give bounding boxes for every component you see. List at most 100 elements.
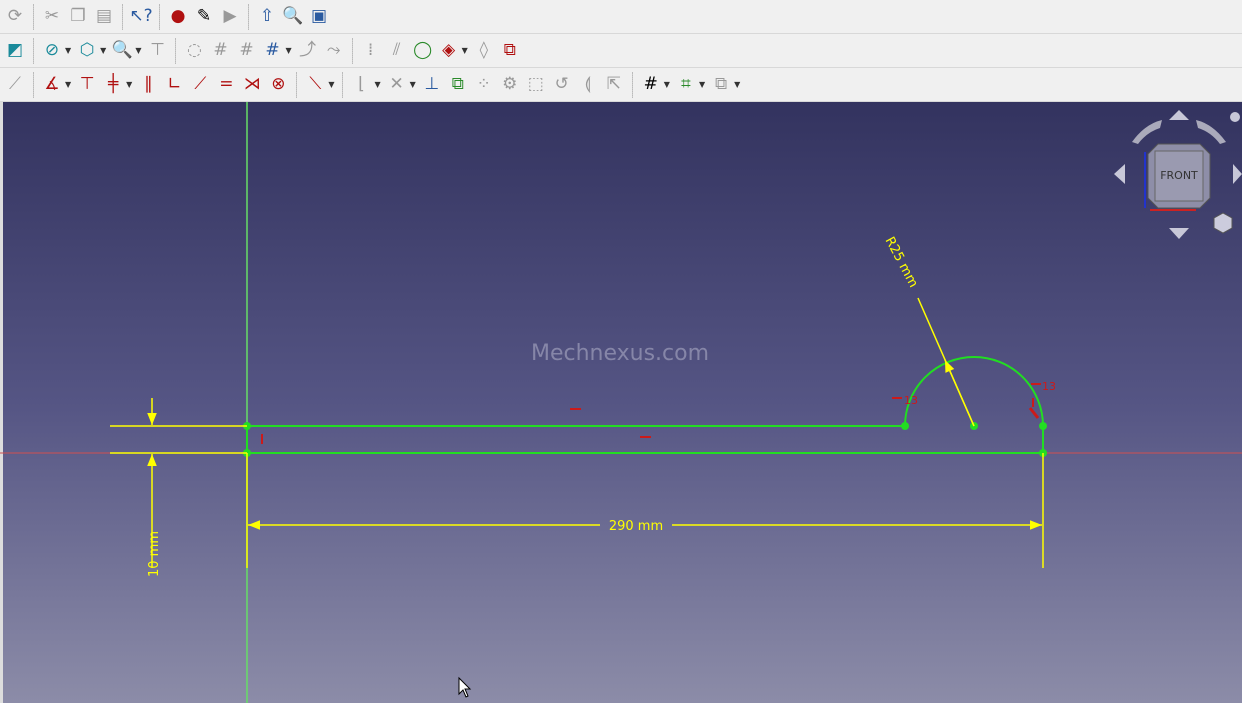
mouse-cursor — [458, 676, 472, 698]
sketch-icon[interactable]: ◩ — [4, 40, 26, 62]
trim-icon[interactable]: ✕ — [386, 74, 408, 96]
perpendicular-icon[interactable]: ∟ — [163, 74, 185, 96]
dimensions[interactable] — [110, 297, 1044, 568]
bspline-degree-icon[interactable]: ◈ — [438, 40, 460, 62]
bspline-knot-icon[interactable]: ◊ — [473, 40, 495, 62]
scale-icon[interactable]: ⬚ — [525, 74, 547, 96]
render-order-icon[interactable]: ⧉ — [710, 74, 732, 96]
horizontal-distance-icon[interactable]: ╪ — [102, 74, 124, 96]
select-points-icon[interactable]: ⁘ — [473, 74, 495, 96]
dropdown-arrow-icon[interactable]: ▼ — [462, 46, 468, 55]
carbon-copy-icon[interactable]: ⧉ — [447, 74, 469, 96]
parallel-icon[interactable]: ∥ — [137, 74, 159, 96]
std-view-icon[interactable]: ⬡ — [76, 40, 98, 62]
toolbar-separator — [342, 71, 344, 98]
constrain-lock-icon[interactable]: ∡ — [41, 74, 63, 96]
cut-icon[interactable]: ✂ — [41, 6, 63, 28]
dropdown-arrow-icon[interactable]: ▼ — [126, 80, 132, 89]
draw-style-icon[interactable]: ⊘ — [41, 40, 63, 62]
leave-sketch-icon[interactable]: ⇧ — [256, 6, 278, 28]
symmetry-icon[interactable]: ⫽ — [386, 40, 408, 62]
symmetric-icon[interactable]: ⋊ — [241, 74, 263, 96]
dropdown-arrow-icon[interactable]: ▼ — [699, 80, 705, 89]
dropdown-arrow-icon[interactable]: ▼ — [65, 46, 71, 55]
refresh-icon[interactable]: ⟳ — [4, 6, 26, 28]
nav-right-arrow[interactable] — [1233, 164, 1242, 184]
toolbar-separator — [248, 3, 249, 30]
rotate-right-arrow[interactable] — [1196, 120, 1226, 144]
vertical-distance-icon[interactable]: ⊤ — [76, 74, 98, 96]
dropdown-arrow-icon[interactable]: ▼ — [328, 80, 334, 89]
nav-up-arrow[interactable] — [1169, 110, 1189, 120]
dropdown-arrow-icon[interactable]: ▼ — [135, 46, 141, 55]
bspline-icon[interactable]: ◯ — [412, 40, 434, 62]
connect-edges-icon[interactable]: # — [209, 40, 231, 62]
fillet-icon[interactable]: ⌊ — [350, 74, 372, 96]
toolbar-separator — [175, 37, 177, 64]
restore-internal-icon[interactable]: ⁞ — [360, 40, 382, 62]
view-section-icon[interactable]: ▣ — [308, 6, 330, 28]
move-icon[interactable]: ⇱ — [603, 74, 625, 96]
toolbar-separator — [351, 37, 353, 64]
toggle-driving-icon[interactable]: ⟍ — [304, 74, 326, 96]
external-geometry-icon[interactable]: ⊥ — [421, 74, 443, 96]
select-origin-icon[interactable]: # — [261, 40, 283, 62]
nav-down-arrow[interactable] — [1169, 228, 1189, 239]
tangent-label-left[interactable]: 13 — [904, 394, 918, 407]
toolbar-separator — [159, 3, 160, 30]
copy-icon[interactable]: ❐ — [67, 6, 89, 28]
offset-icon[interactable]: ↺ — [551, 74, 573, 96]
whats-this-icon[interactable]: ↖? — [129, 6, 152, 28]
rotate-left-arrow[interactable] — [1132, 120, 1162, 144]
select-conflicting-icon[interactable]: ⤴ — [297, 40, 319, 62]
dropdown-arrow-icon[interactable]: ▼ — [374, 80, 380, 89]
toolbar-view: ◩ ⊘ ▼ ⬡ ▼ 🔍 ▼ ⊤ ◌ # # # ▼ ⤴ ⤳ ⁞ ⫽ ◯ ◈ ▼ ◊ ⧉ — [0, 34, 1242, 68]
constraint-markers[interactable] — [261, 383, 1041, 444]
mirror-icon[interactable]: ⟬ — [577, 74, 599, 96]
select-redundant-icon[interactable]: ⤳ — [323, 40, 345, 62]
rotate-icon[interactable]: ⚙ — [499, 74, 521, 96]
tangent-icon[interactable]: ⟋ — [189, 74, 211, 96]
macro-record-icon[interactable]: ● — [167, 6, 189, 28]
view-sketch-icon[interactable]: 🔍 — [282, 6, 304, 28]
navcube-face[interactable]: FRONT — [1160, 169, 1198, 182]
grid-icon[interactable]: # — [640, 74, 662, 96]
navigation-cube[interactable]: FRONT — [1114, 110, 1242, 239]
dropdown-arrow-icon[interactable]: ▼ — [100, 46, 106, 55]
equal-icon[interactable]: = — [215, 74, 237, 96]
radius-dimension[interactable]: R25 mm — [882, 235, 921, 291]
toolbar-file: ⟳ ✂ ❐ ▤ ↖? ● ✎ ▶ ⇧ 🔍 ▣ — [0, 0, 1242, 34]
width-dimension[interactable]: 290 mm — [609, 519, 663, 534]
dropdown-arrow-icon[interactable]: ▼ — [734, 80, 740, 89]
select-constraints-icon[interactable]: # — [235, 40, 257, 62]
close-shape-icon[interactable]: ◌ — [183, 40, 205, 62]
toolbar-separator — [33, 3, 34, 30]
toolbar-separator — [122, 3, 123, 30]
snap-icon[interactable]: ⌗ — [675, 74, 697, 96]
dropdown-arrow-icon[interactable]: ▼ — [285, 46, 291, 55]
height-dimension[interactable]: 10 mm — [147, 531, 162, 577]
macro-edit-icon[interactable]: ✎ — [193, 6, 215, 28]
paste-icon[interactable]: ▤ — [93, 6, 115, 28]
sketch-points[interactable] — [243, 422, 1047, 457]
zoom-icon[interactable]: 🔍 — [111, 40, 133, 62]
nav-left-arrow[interactable] — [1114, 164, 1125, 184]
3d-viewport[interactable]: Mechnexus.com 290 mm 10 mm R25 mm 13 13 … — [0, 102, 1242, 703]
sketch-geometry[interactable] — [246, 356, 1044, 454]
dropdown-arrow-icon[interactable]: ▼ — [65, 80, 71, 89]
toolbar-separator — [631, 71, 633, 98]
toolbar-separator — [296, 71, 298, 98]
measure-icon[interactable]: ⊤ — [146, 40, 168, 62]
view-menu-cube-icon[interactable] — [1213, 212, 1233, 234]
arc[interactable] — [904, 356, 1044, 427]
watermark: Mechnexus.com — [531, 341, 709, 366]
macro-run-icon[interactable]: ▶ — [219, 6, 241, 28]
sketch-canvas[interactable]: Mechnexus.com 290 mm 10 mm R25 mm 13 13 … — [0, 102, 1242, 703]
tangent-label-right[interactable]: 13 — [1042, 380, 1056, 393]
toolbar-separator — [33, 37, 34, 64]
construction-mode-icon[interactable]: ⟋ — [4, 74, 26, 96]
dropdown-arrow-icon[interactable]: ▼ — [664, 80, 670, 89]
copy-clone-icon[interactable]: ⧉ — [499, 40, 521, 62]
block-icon[interactable]: ⊗ — [267, 74, 289, 96]
dropdown-arrow-icon[interactable]: ▼ — [410, 80, 416, 89]
